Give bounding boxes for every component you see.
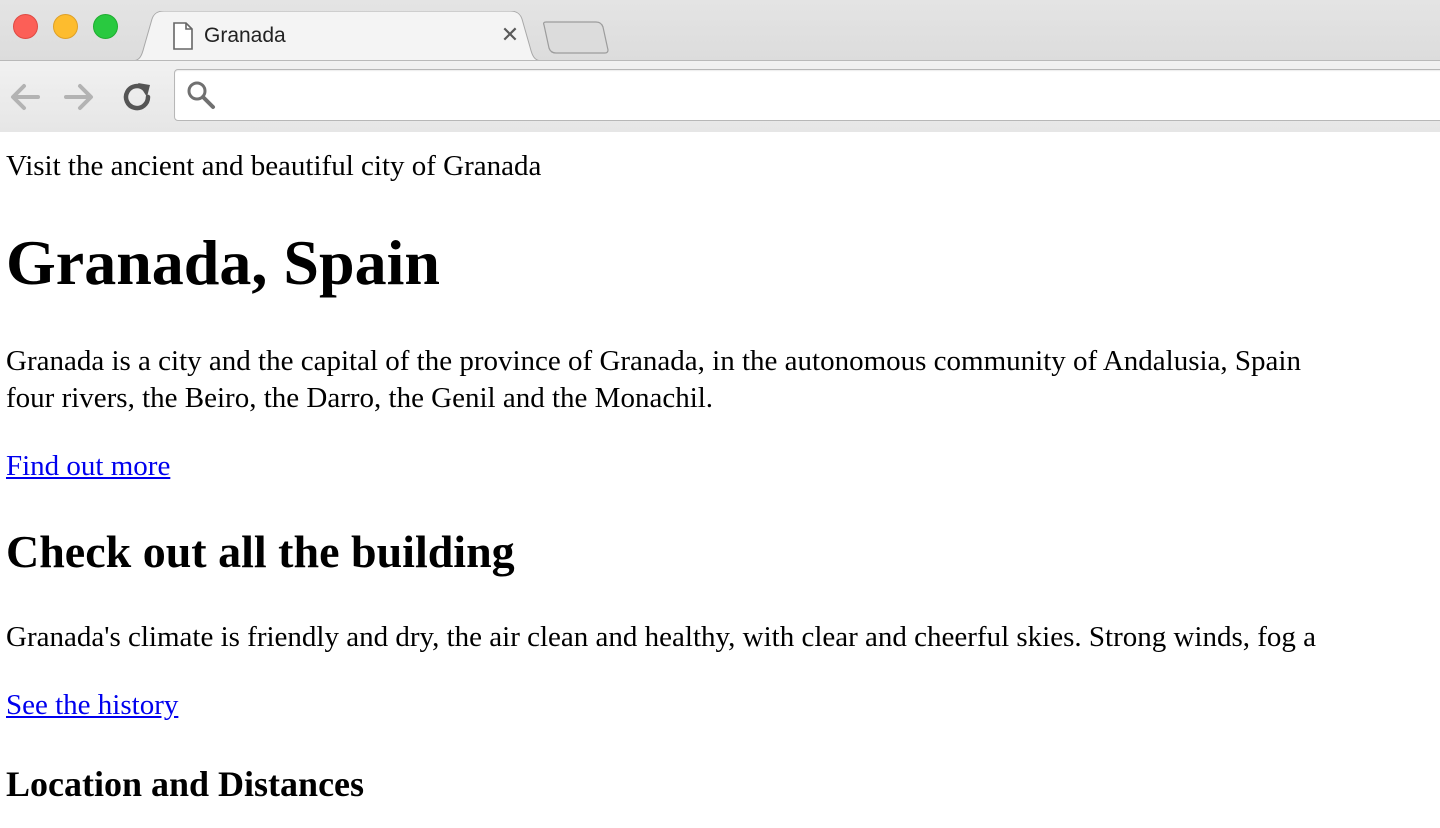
search-icon bbox=[187, 81, 215, 109]
find-out-more-link[interactable]: Find out more bbox=[6, 449, 170, 483]
page-title: Granada, Spain bbox=[6, 227, 440, 298]
tab-title: Granada bbox=[204, 24, 286, 47]
intro-paragraph-line-2: four rivers, the Beiro, the Darro, the G… bbox=[6, 382, 714, 414]
climate-paragraph: Granada's climate is friendly and dry, t… bbox=[6, 621, 1317, 653]
section-heading: Check out all the building bbox=[6, 526, 515, 577]
window-minimize-button[interactable] bbox=[53, 14, 78, 39]
window-close-button[interactable] bbox=[13, 14, 38, 39]
reload-icon[interactable] bbox=[118, 78, 156, 116]
forward-arrow-icon[interactable] bbox=[60, 78, 98, 116]
new-tab-button[interactable] bbox=[542, 20, 610, 54]
address-input[interactable] bbox=[226, 76, 1426, 114]
intro-paragraph-line-1: Granada is a city and the capital of the… bbox=[6, 345, 1301, 377]
window-maximize-button[interactable] bbox=[93, 14, 118, 39]
back-arrow-icon[interactable] bbox=[6, 78, 44, 116]
location-heading: Location and Distances bbox=[6, 764, 365, 804]
tab-close-icon[interactable]: ✕ bbox=[496, 22, 524, 50]
see-history-link[interactable]: See the history bbox=[6, 688, 178, 722]
page-content: Visit the ancient and beautiful city of … bbox=[0, 133, 1440, 828]
tab-strip: Granada ✕ bbox=[0, 0, 1440, 61]
tagline: Visit the ancient and beautiful city of … bbox=[6, 150, 542, 182]
browser-chrome: Granada ✕ bbox=[0, 0, 1440, 132]
page-icon bbox=[173, 22, 193, 50]
